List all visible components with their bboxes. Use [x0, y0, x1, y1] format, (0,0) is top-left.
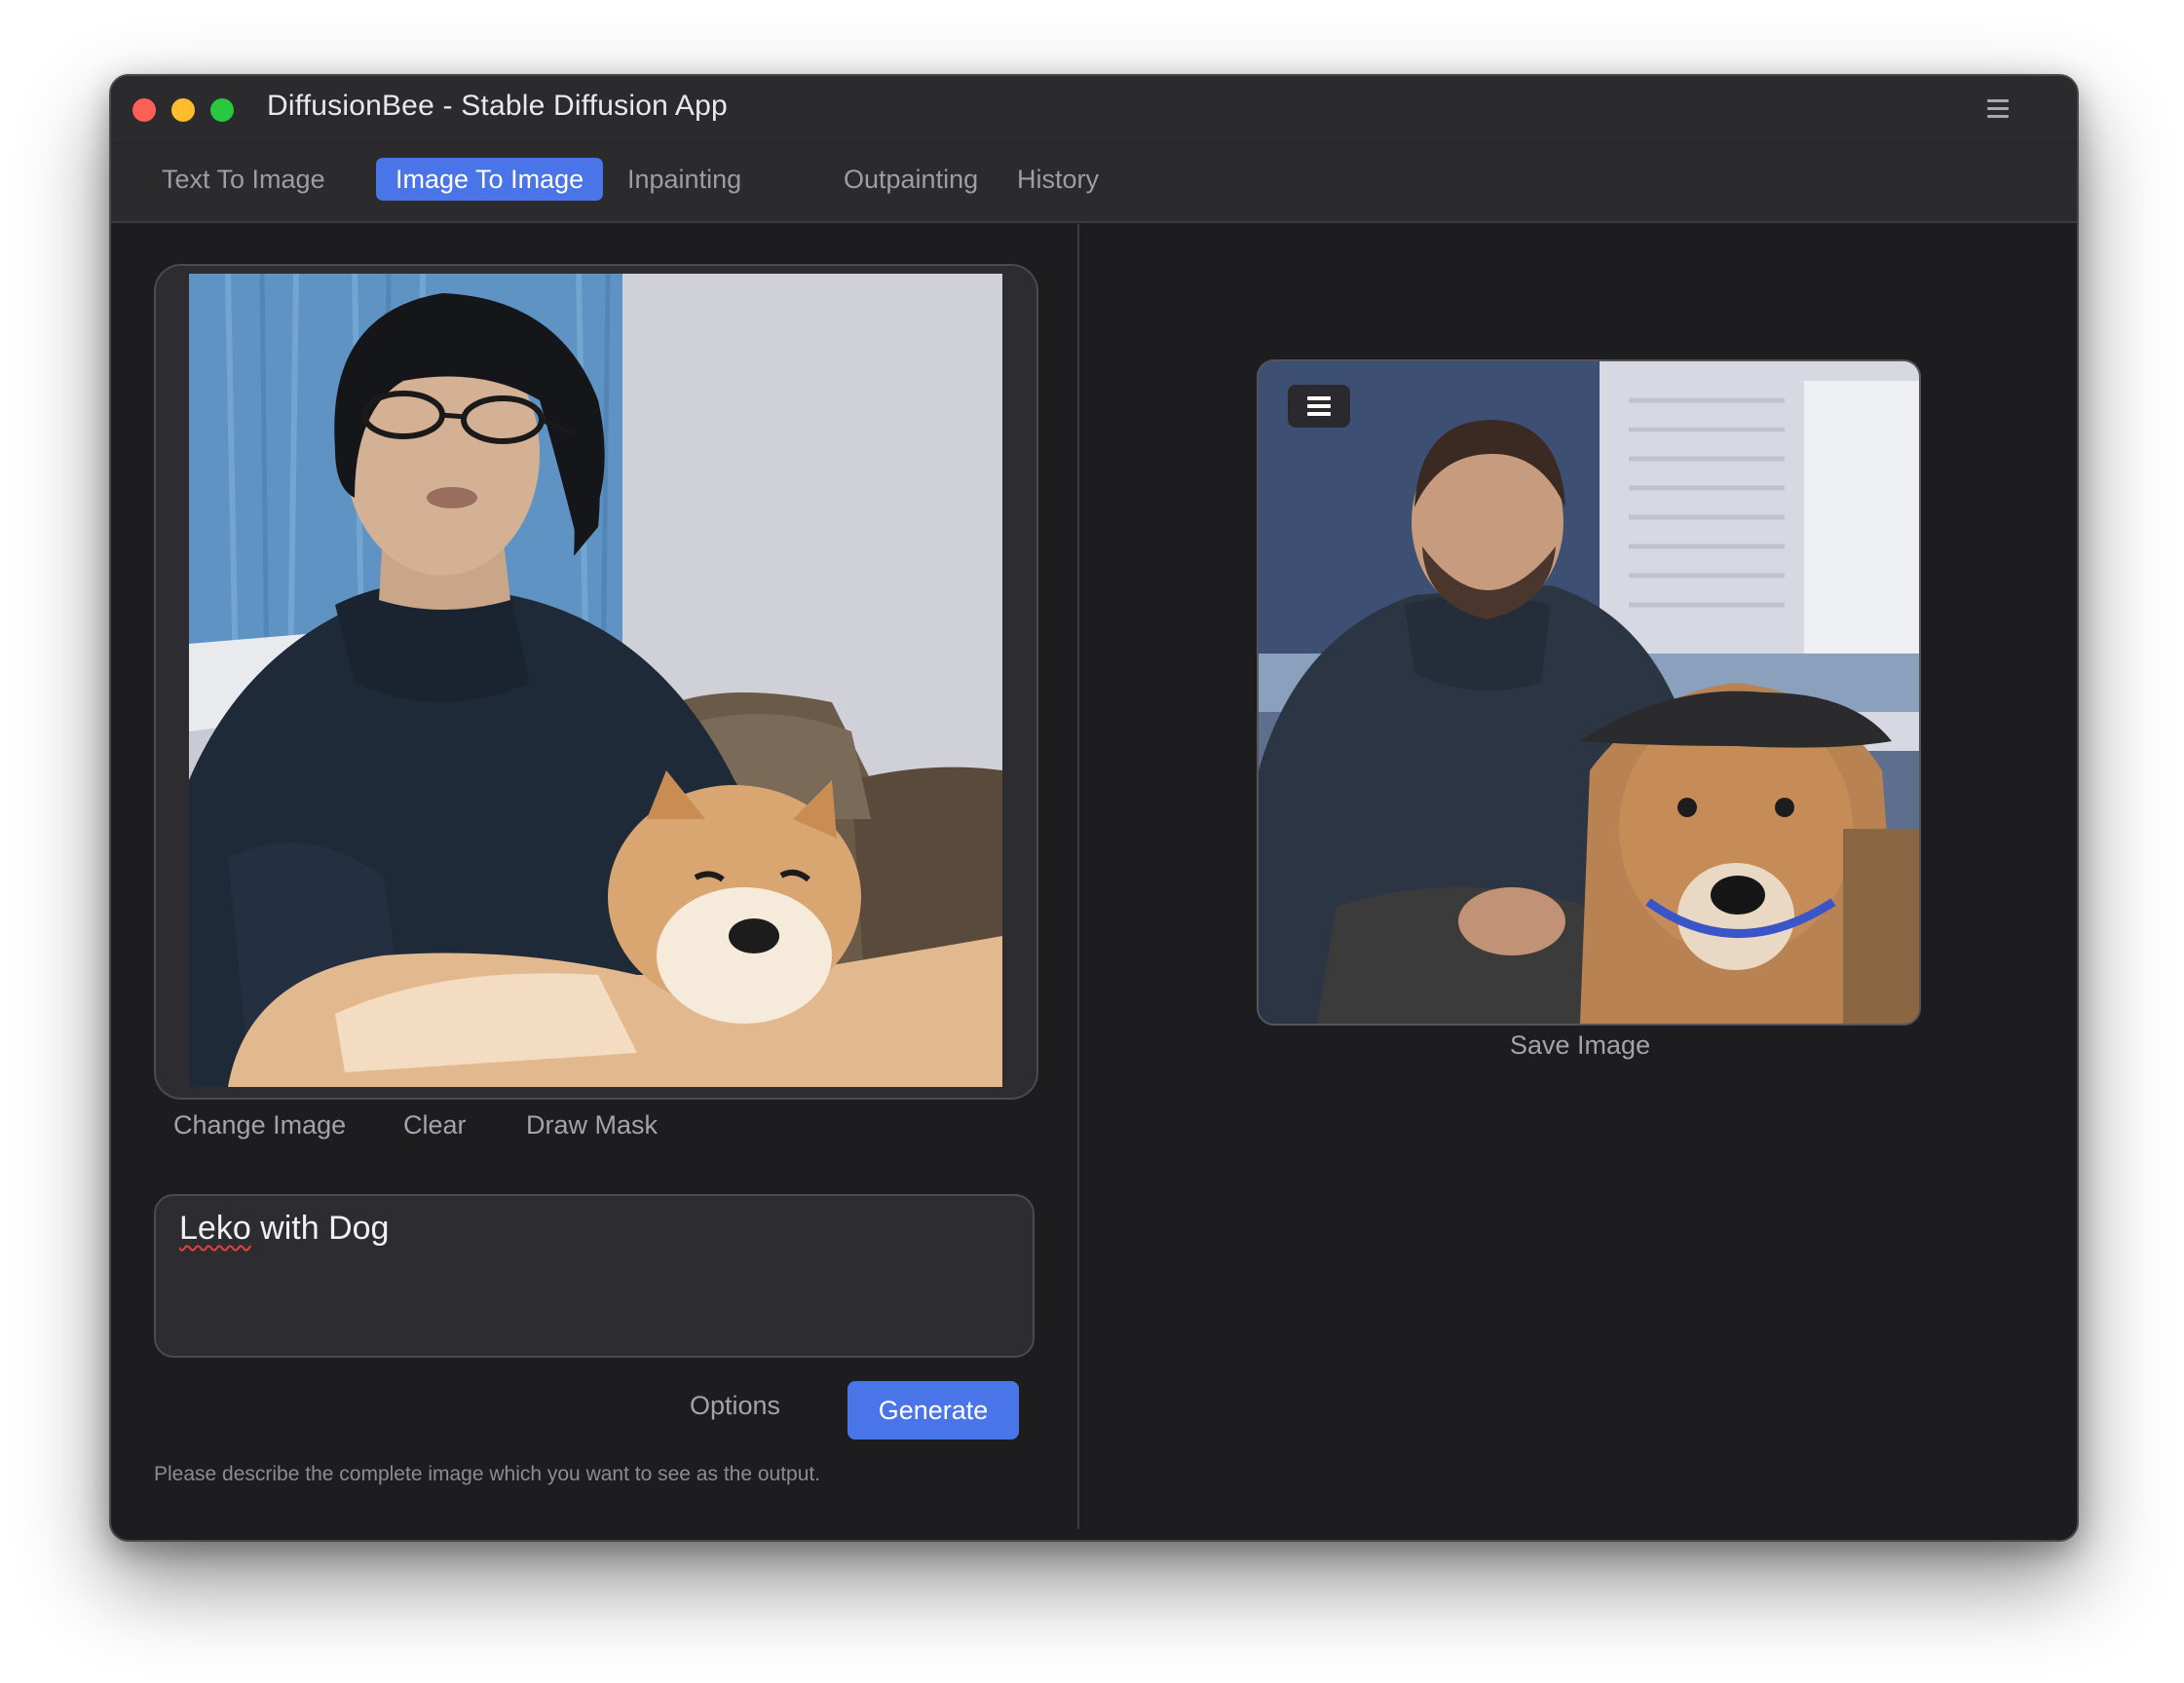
draw-mask-button[interactable]: Draw Mask	[526, 1110, 658, 1141]
panel-divider	[1077, 224, 1079, 1529]
clear-button[interactable]: Clear	[403, 1110, 467, 1141]
prompt-hint: Please describe the complete image which…	[154, 1463, 821, 1485]
change-image-button[interactable]: Change Image	[173, 1110, 346, 1141]
output-image-card	[1257, 359, 1921, 1026]
tab-outpainting[interactable]: Outpainting	[824, 158, 998, 201]
app-title: DiffusionBee - Stable Diffusion App	[267, 90, 728, 122]
input-image	[189, 274, 1002, 1087]
prompt-rest: with Dog	[250, 1210, 390, 1247]
hamburger-menu-icon[interactable]	[1987, 99, 2009, 119]
generate-button[interactable]: Generate	[847, 1381, 1019, 1440]
prompt-misspelled-word: Leko	[179, 1210, 251, 1247]
prompt-input[interactable]: Leko with Dog	[154, 1194, 1035, 1358]
app-window: DiffusionBee - Stable Diffusion App Text…	[109, 74, 2079, 1542]
tab-text-to-image[interactable]: Text To Image	[142, 158, 345, 201]
tab-inpainting[interactable]: Inpainting	[608, 158, 761, 201]
close-window-button[interactable]	[132, 98, 156, 122]
output-image	[1259, 361, 1919, 1024]
input-image-card[interactable]	[154, 264, 1038, 1100]
tab-image-to-image[interactable]: Image To Image	[376, 158, 604, 201]
title-bar: DiffusionBee - Stable Diffusion App	[111, 76, 2077, 142]
tab-history[interactable]: History	[998, 158, 1118, 201]
prompt-text: Leko with Dog	[179, 1210, 389, 1247]
tab-bar: Text To Image Image To Image Inpainting …	[111, 142, 2077, 223]
options-button[interactable]: Options	[690, 1391, 780, 1421]
zoom-window-button[interactable]	[210, 98, 234, 122]
save-image-button[interactable]: Save Image	[1510, 1030, 1650, 1061]
output-menu-button[interactable]	[1288, 385, 1350, 428]
minimize-window-button[interactable]	[171, 98, 195, 122]
